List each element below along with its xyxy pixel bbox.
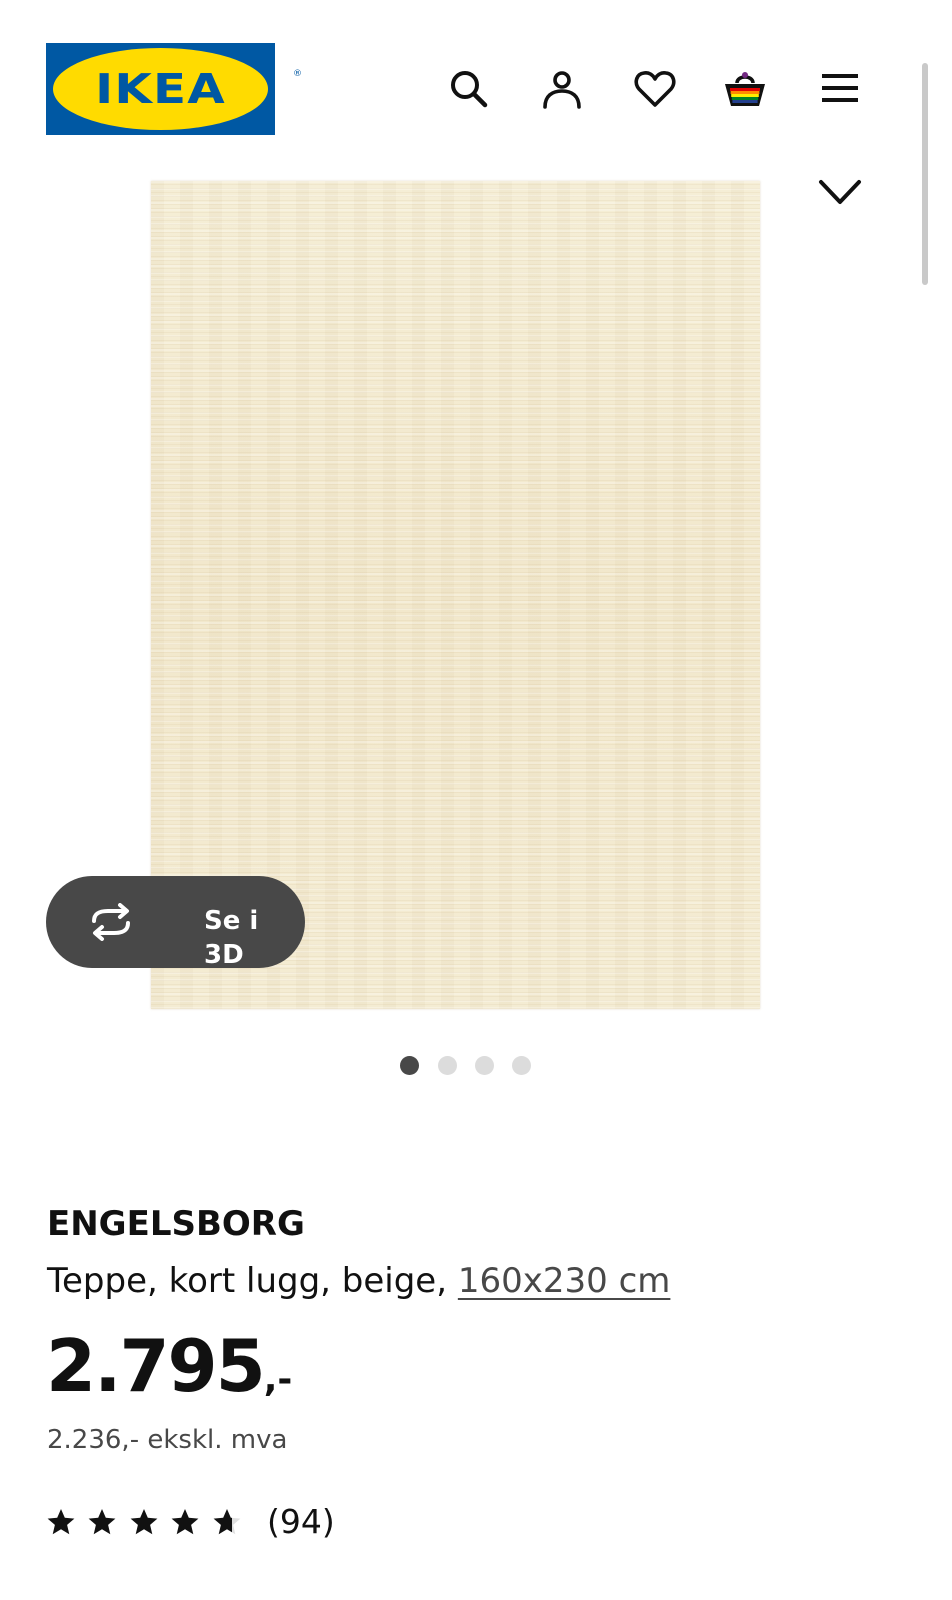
ikea-logo[interactable]: IKEA ® [46,43,302,135]
product-price: 2.795,- [46,1322,292,1410]
price-main: 2.795 [46,1324,266,1408]
menu-icon[interactable] [817,66,863,112]
star-full-icon [170,1507,200,1537]
gallery-dot-1[interactable] [400,1056,419,1075]
review-count: (94) [267,1502,335,1541]
user-icon[interactable] [539,66,585,112]
gallery-dot-4[interactable] [512,1056,531,1075]
page-scrollbar[interactable] [922,63,928,285]
rotate-3d-icon [86,903,136,941]
star-full-icon [87,1507,117,1537]
view-in-3d-button[interactable]: Se i 3D [46,876,305,970]
gallery-dot-3[interactable] [475,1056,494,1075]
search-icon[interactable] [446,66,492,112]
star-full-icon [129,1507,159,1537]
price-suffix: ,- [263,1359,293,1400]
product-name: ENGELSBORG [47,1204,305,1244]
logo-wordmark: IKEA [95,65,226,113]
basket-icon[interactable] [722,66,768,112]
logo-registered-mark: ® [293,69,302,79]
star-full-icon [46,1507,76,1537]
price-excluding-vat: 2.236,- ekskl. mva [47,1425,288,1455]
product-size-link[interactable]: 160x230 cm [458,1261,671,1301]
heart-icon[interactable] [632,66,678,112]
gallery-dot-2[interactable] [438,1056,457,1075]
product-description: Teppe, kort lugg, beige, 160x230 cm [47,1259,670,1303]
star-partial-icon [212,1507,242,1537]
view-in-3d-label: Se i 3D [204,906,259,970]
product-description-text: Teppe, kort lugg, beige, [47,1261,448,1301]
chevron-down-icon[interactable] [815,172,865,212]
